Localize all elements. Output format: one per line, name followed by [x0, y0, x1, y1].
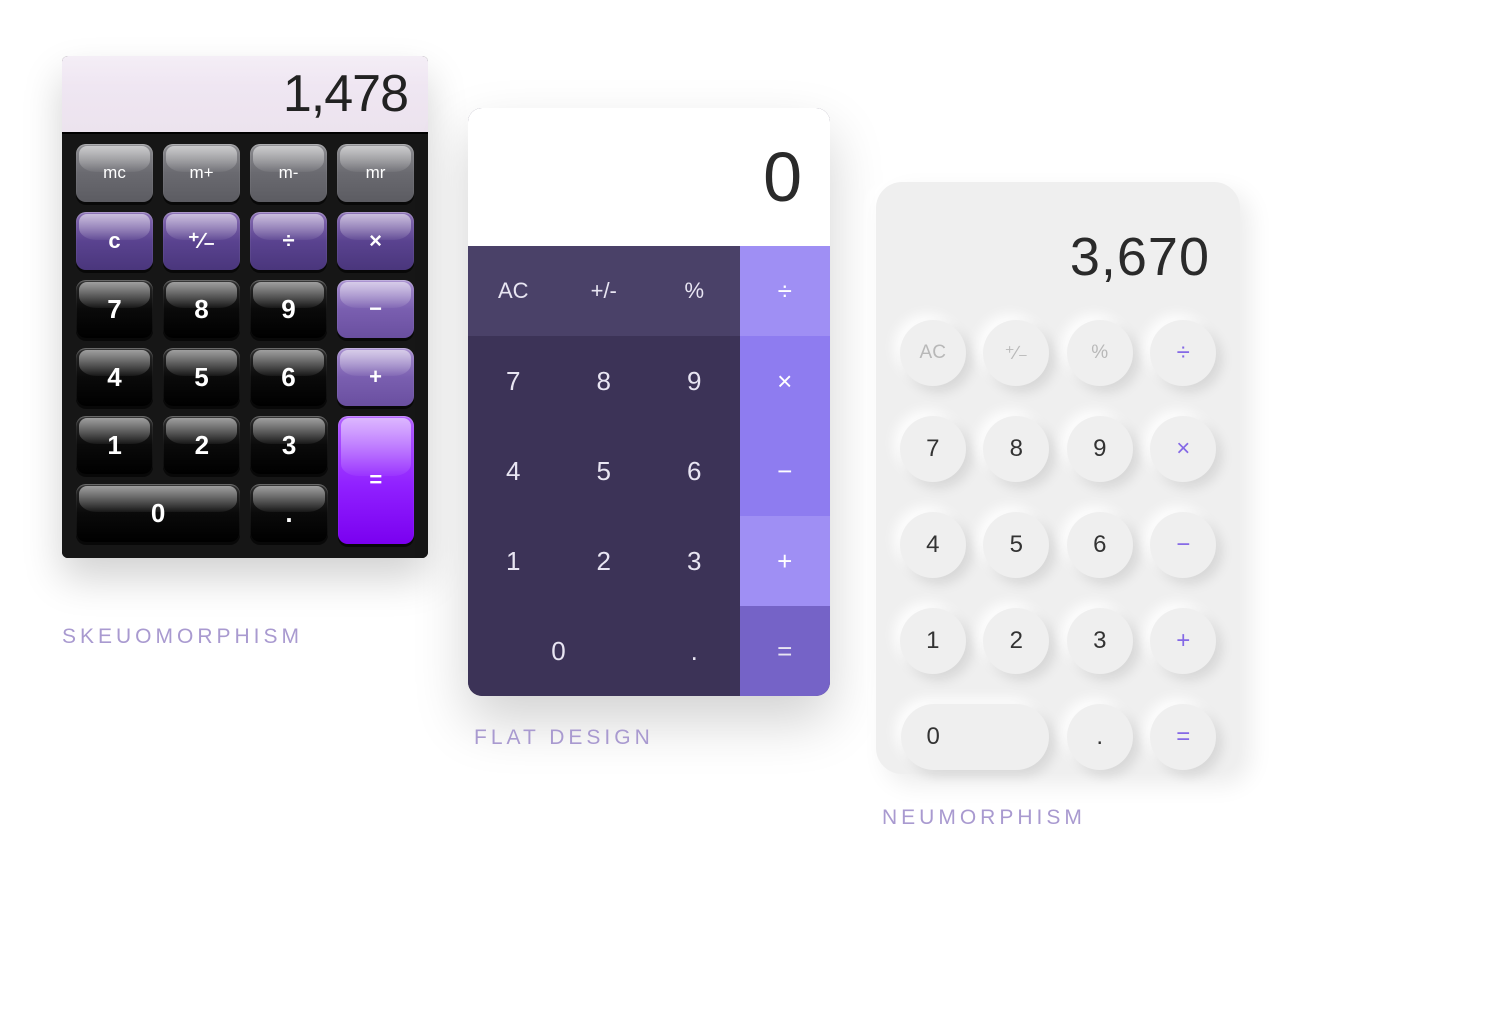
digit-3-button[interactable]: 3 — [1067, 608, 1133, 674]
sign-button[interactable]: +/- — [559, 246, 650, 336]
skeu-keypad: mc m+ m- mr c ⁺∕₋ ÷ × 7 8 9 − 4 5 6 — [62, 134, 428, 558]
digit-4-button[interactable]: 4 — [468, 426, 559, 516]
digit-1-button[interactable]: 1 — [76, 416, 153, 474]
digit-9-button[interactable]: 9 — [649, 336, 740, 426]
digit-8-button[interactable]: 8 — [163, 280, 240, 338]
mc-button[interactable]: mc — [76, 144, 153, 202]
skeu-display: 1,478 — [62, 56, 428, 134]
digit-5-button[interactable]: 5 — [163, 348, 240, 406]
mplus-button[interactable]: m+ — [163, 144, 240, 202]
multiply-button[interactable]: × — [740, 336, 831, 426]
decimal-button[interactable]: . — [250, 484, 327, 542]
digit-6-button[interactable]: 6 — [649, 426, 740, 516]
ac-button[interactable]: AC — [468, 246, 559, 336]
digit-7-button[interactable]: 7 — [468, 336, 559, 426]
digit-5-button[interactable]: 5 — [983, 512, 1049, 578]
digit-7-button[interactable]: 7 — [900, 416, 966, 482]
plus-button[interactable]: + — [1150, 608, 1216, 674]
decimal-button[interactable]: . — [649, 606, 740, 696]
skeuomorphism-calculator: 1,478 mc m+ m- mr c ⁺∕₋ ÷ × 7 8 9 − 4 — [62, 56, 428, 558]
equals-button[interactable]: = — [740, 606, 831, 696]
neumorphism-calculator: 3,670 AC ⁺∕₋ % ÷ 7 8 9 × 4 5 6 − 1 2 3 +… — [876, 182, 1240, 774]
divide-button[interactable]: ÷ — [740, 246, 831, 336]
digit-4-button[interactable]: 4 — [900, 512, 966, 578]
mr-button[interactable]: mr — [337, 144, 414, 202]
digit-0-button[interactable]: 0 — [468, 606, 649, 696]
digit-6-button[interactable]: 6 — [1067, 512, 1133, 578]
digit-0-button[interactable]: 0 — [76, 484, 240, 542]
percent-button[interactable]: % — [1067, 320, 1133, 386]
percent-button[interactable]: % — [649, 246, 740, 336]
clear-button[interactable]: c — [76, 212, 153, 270]
ac-button[interactable]: AC — [900, 320, 966, 386]
digit-3-button[interactable]: 3 — [649, 516, 740, 606]
digit-6-button[interactable]: 6 — [250, 348, 327, 406]
digit-8-button[interactable]: 8 — [983, 416, 1049, 482]
digit-8-button[interactable]: 8 — [559, 336, 650, 426]
neu-caption: NEUMORPHISM — [882, 806, 1086, 830]
digit-1-button[interactable]: 1 — [468, 516, 559, 606]
flat-display: 0 — [468, 108, 830, 246]
minus-button[interactable]: − — [1150, 512, 1216, 578]
skeu-caption: SKEUOMORPHISM — [62, 625, 303, 649]
multiply-button[interactable]: × — [1150, 416, 1216, 482]
divide-button[interactable]: ÷ — [1150, 320, 1216, 386]
digit-7-button[interactable]: 7 — [76, 280, 153, 338]
flat-calculator: 0 AC +/- % ÷ 7 8 9 × 4 5 6 − 1 2 3 + 0 .… — [468, 108, 830, 696]
equals-button[interactable]: = — [1150, 704, 1216, 770]
digit-9-button[interactable]: 9 — [250, 280, 327, 338]
mminus-button[interactable]: m- — [250, 144, 327, 202]
flat-keypad: AC +/- % ÷ 7 8 9 × 4 5 6 − 1 2 3 + 0 . = — [468, 246, 830, 696]
multiply-button[interactable]: × — [337, 212, 414, 270]
digit-2-button[interactable]: 2 — [163, 416, 240, 474]
digit-3-button[interactable]: 3 — [250, 416, 327, 474]
sign-button[interactable]: ⁺∕₋ — [163, 212, 240, 270]
digit-0-button[interactable]: 0 — [901, 704, 1049, 770]
flat-caption: FLAT DESIGN — [474, 726, 654, 750]
digit-5-button[interactable]: 5 — [559, 426, 650, 516]
digit-4-button[interactable]: 4 — [76, 348, 153, 406]
neu-display: 3,670 — [898, 202, 1218, 312]
digit-9-button[interactable]: 9 — [1067, 416, 1133, 482]
neu-keypad: AC ⁺∕₋ % ÷ 7 8 9 × 4 5 6 − 1 2 3 + 0 . = — [898, 312, 1218, 778]
equals-button[interactable]: = — [338, 416, 414, 544]
plus-button[interactable]: + — [337, 348, 414, 406]
plus-button[interactable]: + — [740, 516, 831, 606]
minus-button[interactable]: − — [337, 280, 414, 338]
divide-button[interactable]: ÷ — [250, 212, 327, 270]
digit-2-button[interactable]: 2 — [559, 516, 650, 606]
digit-2-button[interactable]: 2 — [983, 608, 1049, 674]
minus-button[interactable]: − — [740, 426, 831, 516]
decimal-button[interactable]: . — [1067, 704, 1133, 770]
digit-1-button[interactable]: 1 — [900, 608, 966, 674]
sign-button[interactable]: ⁺∕₋ — [983, 320, 1049, 386]
